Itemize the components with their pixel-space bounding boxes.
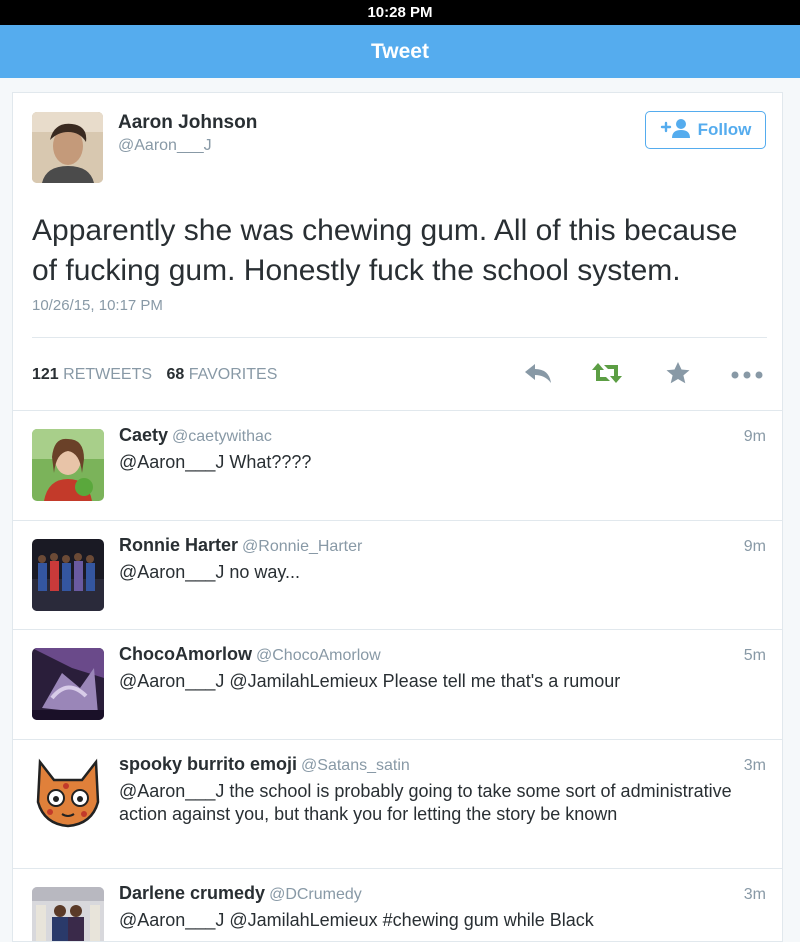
follow-label: Follow	[697, 120, 752, 139]
reply-item[interactable]: Ronnie Harter @Ronnie_Harter 9m @Aaron___…	[13, 521, 782, 630]
reply-time: 3m	[743, 757, 766, 774]
more-options-button[interactable]	[727, 361, 767, 389]
reply-author[interactable]: spooky burrito emoji @Satans_satin	[119, 754, 410, 775]
reply-icon	[523, 362, 553, 389]
retweet-icon	[590, 361, 624, 390]
reply-author[interactable]: ChocoAmorlow @ChocoAmorlow	[119, 644, 381, 665]
reply-author[interactable]: Ronnie Harter @Ronnie_Harter	[119, 535, 362, 556]
more-icon	[731, 366, 763, 384]
tweet-card: Aaron Johnson @Aaron___J Follow Apparent…	[12, 92, 783, 942]
main-tweet: Aaron Johnson @Aaron___J Follow Apparent…	[13, 93, 782, 411]
reply-author[interactable]: Caety @caetywithac	[119, 425, 272, 446]
reply-avatar[interactable]	[32, 758, 104, 830]
page-title: Tweet	[371, 40, 429, 63]
retweet-button[interactable]	[587, 361, 627, 389]
reply-item[interactable]: Caety @caetywithac 9m @Aaron___J What????	[13, 411, 782, 521]
nav-bar: Tweet	[0, 25, 800, 78]
author-handle[interactable]: @Aaron___J	[118, 137, 212, 155]
reply-handle[interactable]: @DCrumedy	[269, 886, 362, 903]
reply-avatar[interactable]	[32, 539, 104, 611]
reply-text: @Aaron___J the school is probably going …	[119, 781, 732, 824]
author-avatar[interactable]	[32, 112, 103, 183]
favorites-count[interactable]: 68	[167, 366, 185, 383]
reply-text: @Aaron___J no way...	[119, 562, 301, 582]
reply-item[interactable]: spooky burrito emoji @Satans_satin 3m @Aa…	[13, 740, 782, 869]
reply-text: @Aaron___J @JamilahLemieux #chewing gum …	[119, 910, 594, 930]
favorites-label[interactable]: FAVORITES	[189, 366, 278, 383]
tweet-text: Apparently she was chewing gum. All of t…	[32, 214, 738, 287]
tweet-timestamp: 10/26/15, 10:17 PM	[32, 297, 163, 314]
retweets-count[interactable]: 121	[32, 366, 59, 383]
reply-time: 5m	[743, 647, 766, 664]
reply-name[interactable]: Darlene crumedy	[119, 883, 265, 903]
reply-avatar[interactable]	[32, 429, 104, 501]
reply-name[interactable]: Ronnie Harter	[119, 535, 238, 555]
reply-button[interactable]	[518, 361, 558, 389]
reply-name[interactable]: Caety	[119, 425, 168, 445]
reply-avatar[interactable]	[32, 887, 104, 941]
reply-text: @Aaron___J @JamilahLemieux Please tell m…	[119, 671, 621, 691]
reply-item[interactable]: ChocoAmorlow @ChocoAmorlow 5m @Aaron___J …	[13, 630, 782, 740]
follow-button[interactable]: Follow	[645, 111, 766, 149]
retweets-label[interactable]: RETWEETS	[63, 366, 152, 383]
reply-avatar[interactable]	[32, 648, 104, 720]
add-user-icon	[660, 117, 692, 144]
reply-item[interactable]: Darlene crumedy @DCrumedy 3m @Aaron___J @…	[13, 869, 782, 941]
reply-handle[interactable]: @caetywithac	[172, 428, 272, 445]
reply-name[interactable]: spooky burrito emoji	[119, 754, 297, 774]
reply-handle[interactable]: @Satans_satin	[301, 757, 410, 774]
favorite-icon	[665, 361, 691, 390]
reply-handle[interactable]: @Ronnie_Harter	[242, 538, 362, 555]
status-time: 10:28 PM	[367, 4, 433, 21]
reply-time: 9m	[743, 428, 766, 445]
status-bar: 10:28 PM	[0, 0, 800, 25]
reply-text: @Aaron___J What????	[119, 452, 312, 472]
reply-name[interactable]: ChocoAmorlow	[119, 644, 252, 664]
reply-time: 9m	[743, 538, 766, 555]
favorite-button[interactable]	[658, 361, 698, 389]
author-name[interactable]: Aaron Johnson	[118, 112, 257, 134]
tweet-stats: 121 RETWEETS 68 FAVORITES	[32, 366, 277, 384]
reply-time: 3m	[743, 886, 766, 903]
divider	[32, 337, 767, 338]
reply-handle[interactable]: @ChocoAmorlow	[256, 647, 381, 664]
reply-author[interactable]: Darlene crumedy @DCrumedy	[119, 883, 362, 904]
